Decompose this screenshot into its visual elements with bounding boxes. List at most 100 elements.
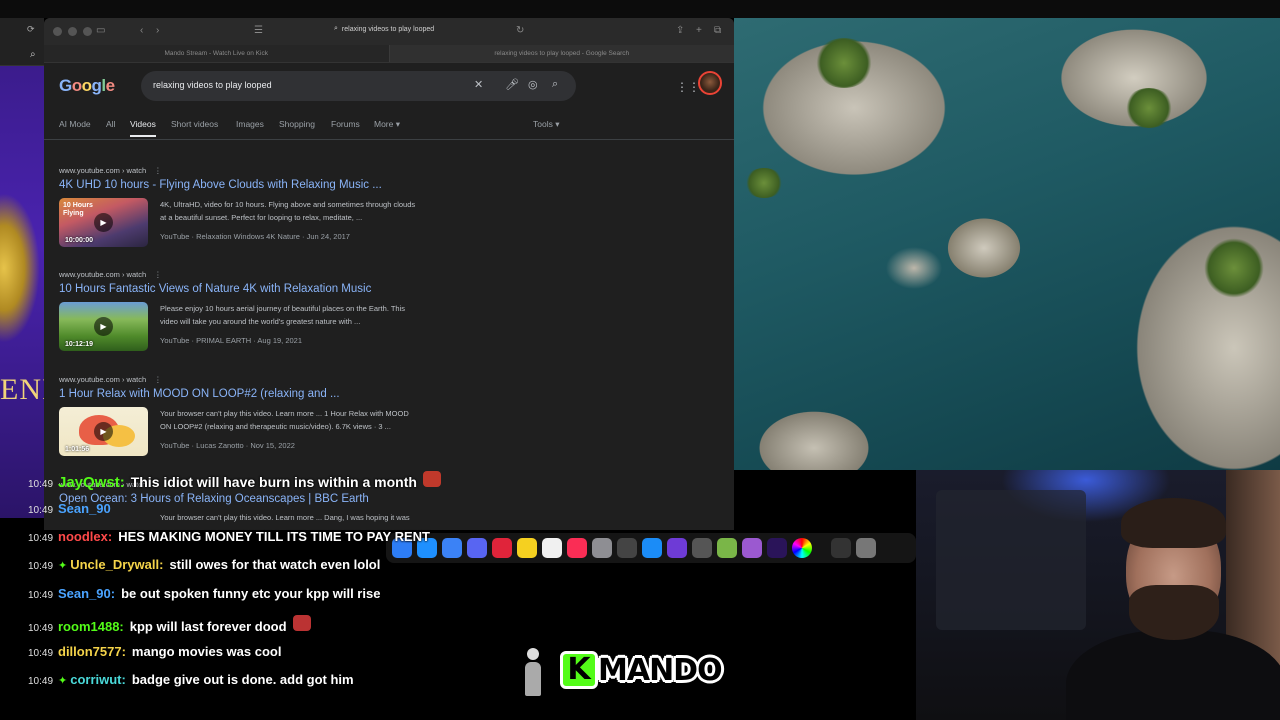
search-icon[interactable]: ⌕ bbox=[30, 49, 36, 60]
chat-message: 10:49 Sean_90 bbox=[28, 501, 117, 516]
streamer-body bbox=[1066, 630, 1280, 720]
tab-shopping[interactable]: Shopping bbox=[279, 119, 315, 129]
search-result: www.youtube.com › watch ⋮ 1 Hour Relax wi… bbox=[59, 375, 479, 456]
chat-time: 10:49 bbox=[28, 561, 54, 572]
subscriber-badge-icon: ✦ bbox=[58, 560, 68, 572]
tab-videos[interactable]: Videos bbox=[130, 119, 156, 137]
result-title-link[interactable]: 4K UHD 10 hours - Flying Above Clouds wi… bbox=[59, 179, 479, 191]
zoom-window-button[interactable] bbox=[83, 27, 92, 36]
chat-text: This idiot will have burn ins within a m… bbox=[130, 474, 417, 490]
app-icon[interactable] bbox=[742, 538, 762, 558]
tab-overview-icon[interactable]: ⧉ bbox=[714, 25, 721, 36]
chat-username[interactable]: corriwut: bbox=[70, 672, 126, 687]
emote-icon bbox=[422, 471, 441, 487]
video-thumbnail[interactable]: 10 Hours Flying ▶ 10:00:00 bbox=[59, 198, 148, 247]
result-site[interactable]: www.youtube.com › watch ⋮ bbox=[59, 270, 479, 279]
tab-images[interactable]: Images bbox=[236, 119, 264, 129]
gold-emblem bbox=[0, 193, 40, 343]
app-icon[interactable] bbox=[667, 538, 687, 558]
apps-grid-icon[interactable]: ⋮⋮ bbox=[676, 80, 700, 94]
result-title-link[interactable]: 10 Hours Fantastic Views of Nature 4K wi… bbox=[59, 283, 479, 295]
opera-icon[interactable] bbox=[492, 538, 512, 558]
settings-icon[interactable] bbox=[592, 538, 612, 558]
tab-google-search[interactable]: relaxing videos to play looped - Google … bbox=[388, 45, 734, 62]
more-options-icon[interactable]: ⋮ bbox=[154, 375, 162, 384]
tab-kick[interactable]: Mando Stream - Watch Live on Kick bbox=[44, 45, 389, 62]
tab-more[interactable]: More ▾ bbox=[374, 119, 400, 130]
more-options-icon[interactable]: ⋮ bbox=[154, 270, 162, 279]
trash-icon[interactable] bbox=[856, 538, 876, 558]
wallpaper-detail bbox=[1124, 88, 1174, 128]
mail-icon[interactable] bbox=[442, 538, 462, 558]
discord-icon[interactable] bbox=[467, 538, 487, 558]
reload-icon[interactable]: ↻ bbox=[516, 25, 524, 36]
clear-icon[interactable]: ✕ bbox=[474, 78, 483, 91]
chat-time: 10:49 bbox=[28, 505, 54, 516]
more-options-icon[interactable]: ⋮ bbox=[154, 166, 162, 175]
chat-text: HES MAKING MONEY TILL ITS TIME TO PAY RE… bbox=[118, 529, 430, 544]
result-meta: YouTube · Relaxation Windows 4K Nature ·… bbox=[160, 232, 350, 241]
result-snippet: 4K, UltraHD, video for 10 hours. Flying … bbox=[160, 200, 416, 222]
premiere-icon[interactable] bbox=[767, 538, 787, 558]
result-site[interactable]: www.youtube.com › watch ⋮ bbox=[59, 166, 479, 175]
account-avatar[interactable] bbox=[698, 71, 722, 95]
close-window-button[interactable] bbox=[53, 27, 62, 36]
chat-message: 10:49 ✦ Uncle_Drywall: still owes for th… bbox=[28, 557, 380, 572]
kick-toolbar: ⟳ ⌕ bbox=[0, 18, 44, 66]
obs-icon[interactable] bbox=[617, 538, 637, 558]
search-input[interactable]: relaxing videos to play looped bbox=[153, 80, 272, 90]
address-bar[interactable]: ⌕ relaxing videos to play looped bbox=[334, 25, 434, 33]
reminders-icon[interactable] bbox=[542, 538, 562, 558]
os-menu-bar bbox=[0, 0, 1280, 18]
tab-all[interactable]: All bbox=[106, 119, 115, 129]
search-icon: ⌕ bbox=[334, 25, 338, 32]
sidebar-icon[interactable]: ▭ bbox=[96, 25, 105, 36]
app-store-icon[interactable] bbox=[642, 538, 662, 558]
app-icon[interactable] bbox=[717, 538, 737, 558]
share-icon[interactable]: ⇪ bbox=[676, 25, 684, 36]
downloads-icon[interactable] bbox=[831, 538, 851, 558]
lens-icon[interactable]: ◎ bbox=[528, 78, 538, 91]
chat-username[interactable]: Sean_90 bbox=[58, 501, 111, 516]
chat-username[interactable]: dillon7577: bbox=[58, 644, 126, 659]
google-logo[interactable]: Google bbox=[59, 76, 115, 96]
notes-icon[interactable] bbox=[517, 538, 537, 558]
app-icon[interactable] bbox=[692, 538, 712, 558]
search-result: www.youtube.com › watch ⋮ 10 Hours Fantas… bbox=[59, 270, 479, 351]
result-title-link[interactable]: Open Ocean: 3 Hours of Relaxing Oceansca… bbox=[59, 493, 479, 505]
tab-ai-mode[interactable]: AI Mode bbox=[59, 119, 91, 129]
chat-text: kpp will last forever dood bbox=[129, 619, 287, 634]
result-site[interactable]: www.youtube.com › watch ⋮ bbox=[59, 375, 479, 384]
video-thumbnail[interactable]: ▶ 1:01:56 bbox=[59, 407, 148, 456]
search-result: www.youtube.com › watch ⋮ 4K UHD 10 hours… bbox=[59, 166, 479, 247]
minimize-window-button[interactable] bbox=[68, 27, 77, 36]
reload-icon[interactable]: ⟳ bbox=[27, 24, 35, 35]
chat-username[interactable]: noodlex: bbox=[58, 529, 112, 544]
back-icon[interactable]: ‹ bbox=[140, 25, 143, 36]
chat-username[interactable]: Uncle_Drywall: bbox=[70, 557, 163, 572]
play-icon: ▶ bbox=[94, 317, 113, 336]
forward-icon[interactable]: › bbox=[156, 25, 159, 36]
search-icon[interactable]: ⌕ bbox=[552, 78, 558, 91]
webcam-feed bbox=[916, 470, 1280, 720]
music-icon[interactable] bbox=[567, 538, 587, 558]
result-title-link[interactable]: 1 Hour Relax with MOOD ON LOOP#2 (relaxi… bbox=[59, 388, 479, 400]
chat-time: 10:49 bbox=[28, 590, 54, 601]
microphone-icon[interactable]: 🎤︎ bbox=[505, 78, 519, 91]
kick-logo-icon: K bbox=[560, 651, 598, 689]
video-duration: 1:01:56 bbox=[65, 446, 90, 453]
chat-message: 10:49 dillon7577: mango movies was cool bbox=[28, 644, 281, 659]
color-picker-icon[interactable] bbox=[792, 538, 812, 558]
tab-short-videos[interactable]: Short videos bbox=[171, 119, 218, 129]
chat-time: 10:49 bbox=[28, 533, 54, 544]
tools-button[interactable]: Tools ▾ bbox=[533, 119, 559, 130]
result-meta: YouTube · Lucas Zanotto · Nov 15, 2022 bbox=[160, 441, 295, 450]
video-thumbnail[interactable]: ▶ 10:12:19 bbox=[59, 302, 148, 351]
page-menu-icon[interactable]: ☰ bbox=[254, 25, 263, 36]
tab-forums[interactable]: Forums bbox=[331, 119, 360, 129]
search-box[interactable]: relaxing videos to play looped ✕ 🎤︎ ◎ ⌕ bbox=[141, 71, 576, 101]
chat-username[interactable]: room1488: bbox=[58, 619, 124, 634]
new-tab-icon[interactable]: + bbox=[696, 25, 702, 36]
chat-username[interactable]: Sean_90: bbox=[58, 586, 115, 601]
chat-username[interactable]: JayQwst: bbox=[58, 474, 125, 491]
